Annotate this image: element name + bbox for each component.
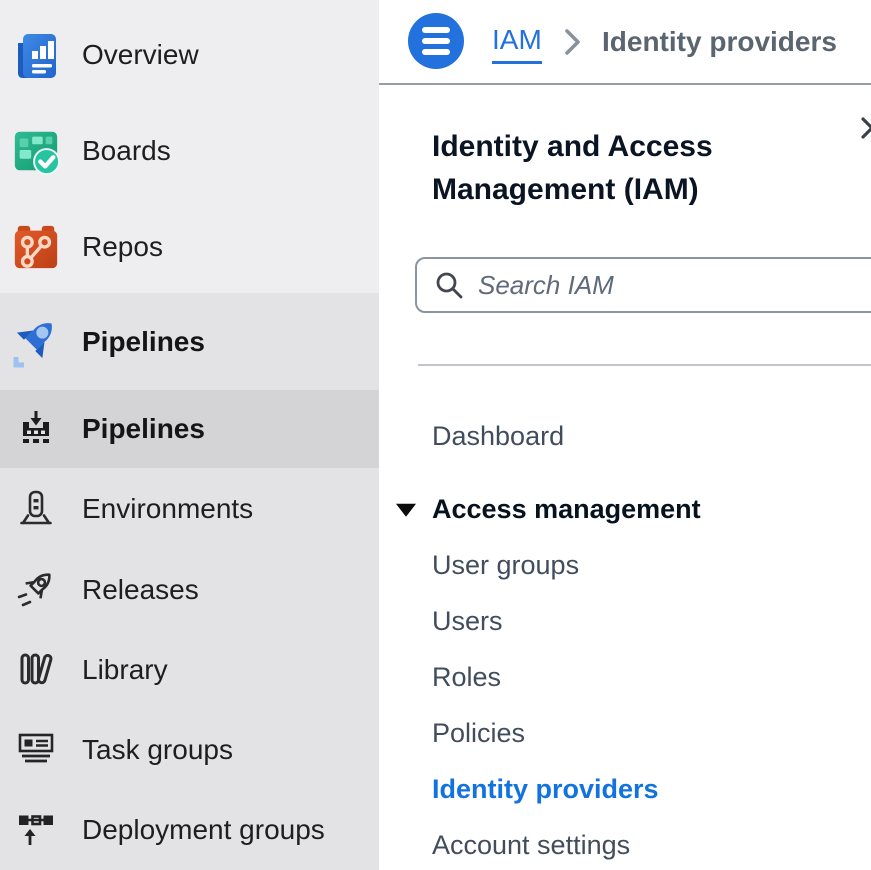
sidebar-item-deployment-groups[interactable]: Deployment groups <box>0 790 379 870</box>
nav-item-account-settings[interactable]: Account settings <box>379 817 871 870</box>
nav-item-policies[interactable]: Policies <box>379 705 871 761</box>
sidebar-item-repos[interactable]: Repos <box>0 199 379 295</box>
task-groups-icon <box>8 730 64 770</box>
repos-icon <box>8 222 64 272</box>
sidebar-item-label: Environments <box>82 493 253 525</box>
search-input[interactable] <box>478 270 818 301</box>
caret-down-icon <box>396 504 416 517</box>
breadcrumb-chevron-icon <box>563 27 583 62</box>
sidebar-item-label: Overview <box>82 39 199 71</box>
sidebar-item-task-groups[interactable]: Task groups <box>0 710 379 790</box>
sidebar-item-label: Releases <box>82 574 199 606</box>
breadcrumb-current: Identity providers <box>602 26 837 58</box>
nav-item-dashboard[interactable]: Dashboard <box>379 408 871 464</box>
sidebar-item-pipelines-hub[interactable]: Pipelines <box>0 293 379 390</box>
releases-icon <box>8 569 64 611</box>
nav-item-users[interactable]: Users <box>379 593 871 649</box>
devops-sidebar: Overview Boards <box>0 0 379 870</box>
sidebar-pipelines-section: Pipelines <box>0 293 379 870</box>
iam-nav-panel: IAM Identity providers Identity and Acce… <box>379 0 871 870</box>
nav-item-user-groups[interactable]: User groups <box>379 537 871 593</box>
sidebar-item-label: Repos <box>82 231 163 263</box>
screen: Overview Boards <box>0 0 871 870</box>
sidebar-item-label: Boards <box>82 135 171 167</box>
pipelines-build-icon <box>8 409 64 449</box>
sidebar-item-label: Library <box>82 654 168 686</box>
library-icon <box>8 650 64 690</box>
iam-nav-list: Dashboard Access management User groups … <box>379 408 871 870</box>
sidebar-item-overview[interactable]: Overview <box>0 7 379 103</box>
sidebar-item-releases[interactable]: Releases <box>0 550 379 630</box>
sidebar-top-section: Overview Boards <box>0 0 379 295</box>
close-icon[interactable] <box>861 117 871 142</box>
sidebar-item-label: Pipelines <box>82 413 205 445</box>
overview-icon <box>8 29 64 81</box>
sidebar-item-environments[interactable]: Environments <box>0 468 379 550</box>
pipelines-rocket-icon <box>8 315 64 369</box>
nav-item-identity-providers[interactable]: Identity providers <box>379 761 871 817</box>
search-box <box>415 257 871 313</box>
environments-icon <box>8 489 64 529</box>
sidebar-item-label: Pipelines <box>82 326 205 358</box>
sidebar-item-pipelines[interactable]: Pipelines <box>0 390 379 468</box>
search-icon <box>434 270 464 300</box>
hamburger-menu-button[interactable] <box>408 13 464 69</box>
nav-item-roles[interactable]: Roles <box>379 649 871 705</box>
nav-section-label: Access management <box>432 494 701 525</box>
deployment-groups-icon <box>8 810 64 850</box>
sidebar-item-boards[interactable]: Boards <box>0 103 379 199</box>
page-title: Identity and Access Management (IAM) <box>432 125 782 211</box>
nav-section-access-management[interactable]: Access management <box>379 481 871 537</box>
breadcrumb-iam-link[interactable]: IAM <box>492 24 542 64</box>
header-divider <box>379 83 871 85</box>
nav-divider <box>418 364 871 366</box>
sidebar-item-library[interactable]: Library <box>0 630 379 710</box>
sidebar-item-label: Task groups <box>82 734 233 766</box>
boards-icon <box>8 126 64 176</box>
hamburger-icon <box>422 27 450 33</box>
sidebar-item-label: Deployment groups <box>82 814 325 846</box>
